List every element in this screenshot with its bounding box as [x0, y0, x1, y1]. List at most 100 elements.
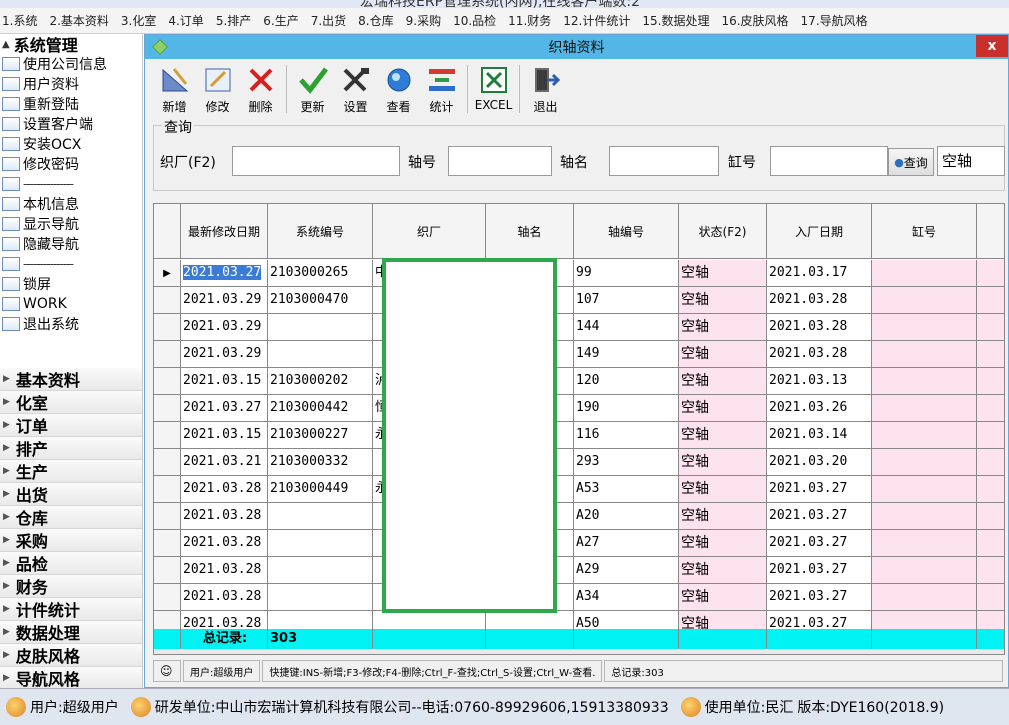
grid-cell-sys[interactable]: 2103000227 [268, 422, 373, 449]
nav-group[interactable]: ▶ 采购 [0, 529, 142, 552]
close-button[interactable]: x [976, 35, 1008, 57]
menu-item[interactable]: 6.生产 [263, 12, 298, 29]
grid-cell-extra[interactable] [977, 449, 1004, 476]
status-select[interactable]: 空轴 [937, 146, 1005, 176]
grid-cell-status[interactable]: 空轴 [679, 584, 767, 611]
grid-cell-beam[interactable]: 190 [574, 395, 679, 422]
row-selector[interactable] [154, 449, 181, 476]
row-selector[interactable] [154, 476, 181, 503]
nav-group[interactable]: ▶ 数据处理 [0, 621, 142, 644]
grid-cell-status[interactable]: 空轴 [679, 341, 767, 368]
grid-cell-extra[interactable] [977, 287, 1004, 314]
grid-cell-status[interactable]: 空轴 [679, 557, 767, 584]
nav-group[interactable]: ▶ 化室 [0, 391, 142, 414]
grid-cell-in_date[interactable]: 2021.03.27 [767, 503, 872, 530]
grid-cell-beam[interactable]: 144 [574, 314, 679, 341]
grid-cell-extra[interactable] [977, 422, 1004, 449]
nav-group[interactable]: ▶ 生产 [0, 460, 142, 483]
grid-cell-status[interactable]: 空轴 [679, 530, 767, 557]
grid-cell-in_date[interactable]: 2021.03.27 [767, 476, 872, 503]
beam-grid[interactable]: 最新修改日期 系统编号 织厂 轴名 轴编号 状态(F2) 入厂日期 缸号 ▶ 2021.03.27… [153, 203, 1005, 655]
nav-item[interactable]: WORK [0, 294, 142, 314]
grid-cell-date[interactable]: 2021.03.28 [181, 503, 268, 530]
nav-item[interactable]: 用户资料 [0, 74, 142, 94]
row-selector[interactable] [154, 287, 181, 314]
grid-cell-in_date[interactable]: 2021.03.28 [767, 341, 872, 368]
grid-cell-beam[interactable]: 116 [574, 422, 679, 449]
row-selector[interactable] [154, 395, 181, 422]
nav-group[interactable]: ▶ 导航风格 [0, 667, 142, 688]
nav-item[interactable]: 修改密码 [0, 154, 142, 174]
row-selector[interactable] [154, 368, 181, 395]
grid-cell-date[interactable]: 2021.03.29 [181, 287, 268, 314]
grid-cell-vat[interactable] [872, 287, 977, 314]
grid-cell-beam[interactable]: A20 [574, 503, 679, 530]
grid-cell-beam[interactable]: 99 [574, 260, 679, 287]
grid-cell-sys[interactable]: 2103000332 [268, 449, 373, 476]
new-button[interactable]: 新增 [153, 65, 196, 115]
row-selector[interactable]: ▶ [154, 260, 181, 287]
menu-item[interactable]: 5.排产 [216, 12, 251, 29]
column-header[interactable]: 轴名 [486, 204, 574, 259]
menu-item[interactable]: 1.系统 [2, 12, 37, 29]
nav-item[interactable]: 重新登陆 [0, 94, 142, 114]
nav-item[interactable]: 使用公司信息 [0, 54, 142, 74]
nav-group[interactable]: ▶ 品检 [0, 552, 142, 575]
column-header[interactable]: 缸号 [872, 204, 977, 259]
column-header[interactable]: 入厂日期 [767, 204, 872, 259]
grid-cell-vat[interactable] [872, 422, 977, 449]
beam-no-input[interactable] [448, 146, 552, 176]
column-header[interactable] [977, 204, 1004, 259]
grid-cell-status[interactable]: 空轴 [679, 395, 767, 422]
grid-cell-extra[interactable] [977, 476, 1004, 503]
menu-item[interactable]: 8.仓库 [358, 12, 393, 29]
column-header[interactable]: 轴编号 [574, 204, 679, 259]
row-selector[interactable] [154, 530, 181, 557]
weaver-input[interactable] [232, 146, 400, 176]
grid-cell-vat[interactable] [872, 557, 977, 584]
nav-group[interactable]: ▶ 排产 [0, 437, 142, 460]
grid-cell-date[interactable]: 2021.03.21 [181, 449, 268, 476]
grid-cell-status[interactable]: 空轴 [679, 314, 767, 341]
menu-item[interactable]: 15.数据处理 [642, 12, 709, 29]
grid-cell-beam[interactable]: 120 [574, 368, 679, 395]
column-header[interactable]: 状态(F2) [679, 204, 767, 259]
nav-item[interactable]: 本机信息 [0, 194, 142, 214]
grid-cell-date[interactable]: 2021.03.28 [181, 557, 268, 584]
grid-cell-beam[interactable]: A27 [574, 530, 679, 557]
menu-item[interactable]: 16.皮肤风格 [721, 12, 788, 29]
grid-cell-extra[interactable] [977, 530, 1004, 557]
grid-cell-extra[interactable] [977, 341, 1004, 368]
grid-cell-vat[interactable] [872, 503, 977, 530]
menu-item[interactable]: 2.基本资料 [49, 12, 108, 29]
horizontal-scrollbar[interactable] [154, 649, 1004, 654]
menu-item[interactable]: 3.化室 [121, 12, 156, 29]
grid-cell-status[interactable]: 空轴 [679, 476, 767, 503]
nav-group[interactable]: ▶ 订单 [0, 414, 142, 437]
grid-cell-in_date[interactable]: 2021.03.28 [767, 314, 872, 341]
grid-cell-extra[interactable] [977, 584, 1004, 611]
nav-group[interactable]: ▶ 基本资料 [0, 368, 142, 391]
edit-button[interactable]: 修改 [196, 65, 239, 115]
row-selector[interactable] [154, 341, 181, 368]
grid-cell-extra[interactable] [977, 314, 1004, 341]
nav-section-system[interactable]: ▲ 系统管理 [0, 34, 142, 55]
grid-cell-in_date[interactable]: 2021.03.26 [767, 395, 872, 422]
search-button[interactable]: ● 查询 [888, 148, 934, 176]
grid-cell-in_date[interactable]: 2021.03.27 [767, 557, 872, 584]
grid-cell-sys[interactable] [268, 584, 373, 611]
grid-cell-beam[interactable]: 149 [574, 341, 679, 368]
nav-group[interactable]: ▶ 出货 [0, 483, 142, 506]
grid-cell-date[interactable]: 2021.03.15 [181, 368, 268, 395]
grid-cell-beam[interactable]: A34 [574, 584, 679, 611]
grid-cell-sys[interactable] [268, 314, 373, 341]
stats-button[interactable]: 统计 [420, 65, 463, 115]
exit-button[interactable]: 退出 [524, 65, 567, 115]
row-selector[interactable] [154, 314, 181, 341]
grid-cell-in_date[interactable]: 2021.03.17 [767, 260, 872, 287]
grid-cell-sys[interactable] [268, 530, 373, 557]
nav-group[interactable]: ▶ 皮肤风格 [0, 644, 142, 667]
nav-item[interactable]: 锁屏 [0, 274, 142, 294]
column-header[interactable]: 织厂 [373, 204, 486, 259]
grid-cell-beam[interactable]: A53 [574, 476, 679, 503]
